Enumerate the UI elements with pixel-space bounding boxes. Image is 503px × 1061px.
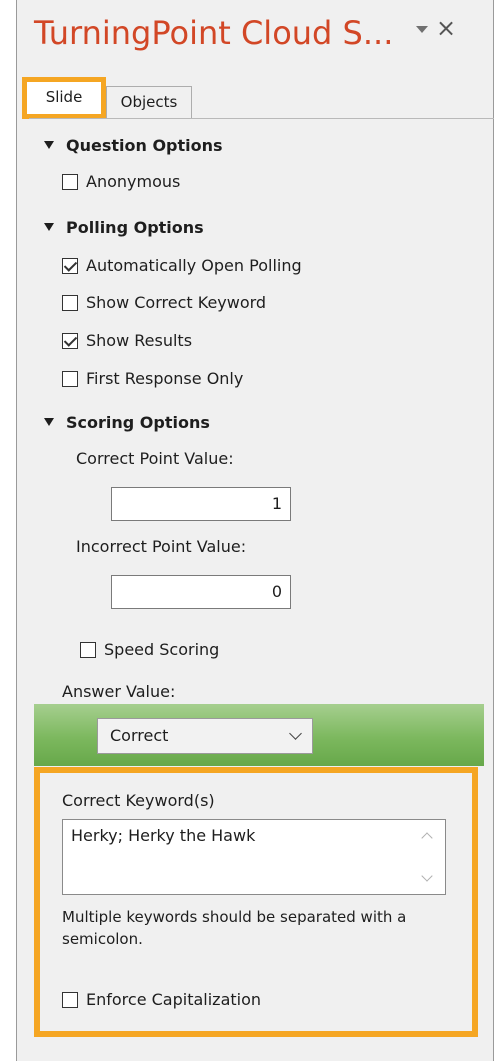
collapse-triangle-icon [44, 223, 54, 231]
checkbox-box[interactable] [80, 641, 96, 658]
polling-options-header[interactable]: Polling Options [44, 218, 204, 237]
question-options-header[interactable]: Question Options [44, 136, 223, 155]
checkbox-box[interactable] [62, 294, 78, 311]
tab-divider [29, 118, 494, 119]
keywords-help-text: Multiple keywords should be separated wi… [62, 908, 407, 948]
close-icon[interactable]: × [436, 14, 456, 42]
collapse-triangle-icon [44, 418, 54, 426]
enforce-capitalization-checkbox[interactable]: Enforce Capitalization [62, 990, 261, 1009]
show-correct-keyword-checkbox[interactable]: Show Correct Keyword [62, 293, 266, 312]
show-results-checkbox[interactable]: Show Results [62, 331, 192, 350]
correct-keywords-label: Correct Keyword(s) [62, 791, 215, 810]
scroll-down-icon[interactable] [421, 870, 433, 882]
scroll-up-icon[interactable] [421, 832, 433, 844]
auto-open-polling-checkbox[interactable]: Automatically Open Polling [62, 256, 302, 275]
answer-value-label: Answer Value: [62, 682, 176, 701]
checkbox-box[interactable] [62, 173, 78, 190]
checkbox-box[interactable] [62, 370, 78, 387]
incorrect-point-value-input[interactable]: 0 [111, 575, 291, 609]
anonymous-checkbox[interactable]: Anonymous [62, 172, 180, 191]
answer-value-selected: Correct [110, 726, 169, 745]
correct-keywords-text: Herky; Herky the Hawk [71, 826, 256, 845]
checkbox-box[interactable] [62, 332, 78, 349]
pane-title: TurningPoint Cloud S... [34, 14, 394, 52]
correct-keywords-input[interactable]: Herky; Herky the Hawk [62, 819, 446, 895]
checkbox-box[interactable] [62, 257, 78, 274]
tab-slide[interactable]: Slide [22, 77, 106, 119]
speed-scoring-checkbox[interactable]: Speed Scoring [80, 640, 219, 659]
first-response-only-checkbox[interactable]: First Response Only [62, 369, 243, 388]
answer-value-dropdown[interactable]: Correct [97, 718, 313, 754]
chevron-down-icon [289, 727, 302, 740]
correct-point-value-label: Correct Point Value: [76, 449, 234, 468]
correct-point-value-input[interactable]: 1 [111, 487, 291, 521]
incorrect-point-value-label: Incorrect Point Value: [76, 537, 247, 556]
checkbox-box[interactable] [62, 991, 78, 1008]
scoring-options-header[interactable]: Scoring Options [44, 413, 210, 432]
tab-objects[interactable]: Objects [106, 86, 192, 118]
pane-options-dropdown-icon[interactable] [416, 26, 428, 33]
collapse-triangle-icon [44, 141, 54, 149]
